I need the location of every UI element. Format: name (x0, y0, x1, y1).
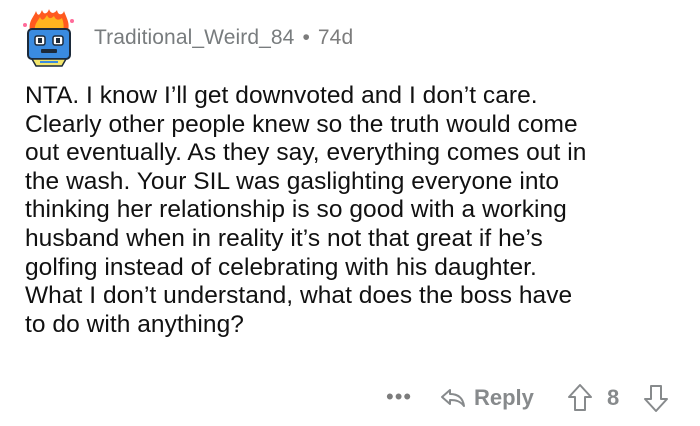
comment-line: husband when in reality it’s not that gr… (25, 224, 543, 252)
comment-line: What I don’t understand, what does the b… (25, 282, 573, 310)
comment-line: to do with anything? (25, 310, 244, 338)
comment-line: the wash. Your SIL was gaslighting every… (25, 167, 560, 195)
comment-actions: ••• Reply 8 (0, 380, 700, 416)
reply-arrow-icon (441, 389, 465, 407)
comment-line: out eventually. As they say, everything … (25, 139, 587, 167)
comment-age: 74d (317, 26, 354, 49)
comment-body: NTA. I know I’ll get downvoted and I don… (25, 82, 685, 339)
upvote-icon (568, 384, 592, 411)
comment-line: NTA. I know I’ll get downvoted and I don… (25, 82, 538, 109)
more-icon[interactable]: ••• (386, 382, 412, 412)
vote-score: 8 (607, 385, 620, 410)
fire-avatar-icon (23, 9, 74, 67)
meta-separator: • (302, 26, 310, 49)
comment-meta: Traditional_Weird_84 • 74d (94, 26, 353, 50)
avatar[interactable] (18, 7, 80, 69)
reply-label: Reply (474, 385, 534, 410)
username-link[interactable]: Traditional_Weird_84 (94, 26, 294, 50)
downvote-icon (644, 385, 668, 412)
comment-line: thinking her relationship is so good wit… (25, 196, 567, 224)
comment-line: Clearly other people knew so the truth w… (25, 110, 578, 138)
comment-card: Traditional_Weird_84 • 74d NTA. I know I… (0, 0, 700, 426)
comment-line: golfing instead of celebrating with his … (25, 253, 537, 281)
upvote-button[interactable] (567, 382, 593, 414)
reply-button[interactable]: Reply (440, 380, 534, 416)
comment-header: Traditional_Weird_84 • 74d (18, 6, 353, 70)
downvote-button[interactable] (643, 382, 669, 414)
